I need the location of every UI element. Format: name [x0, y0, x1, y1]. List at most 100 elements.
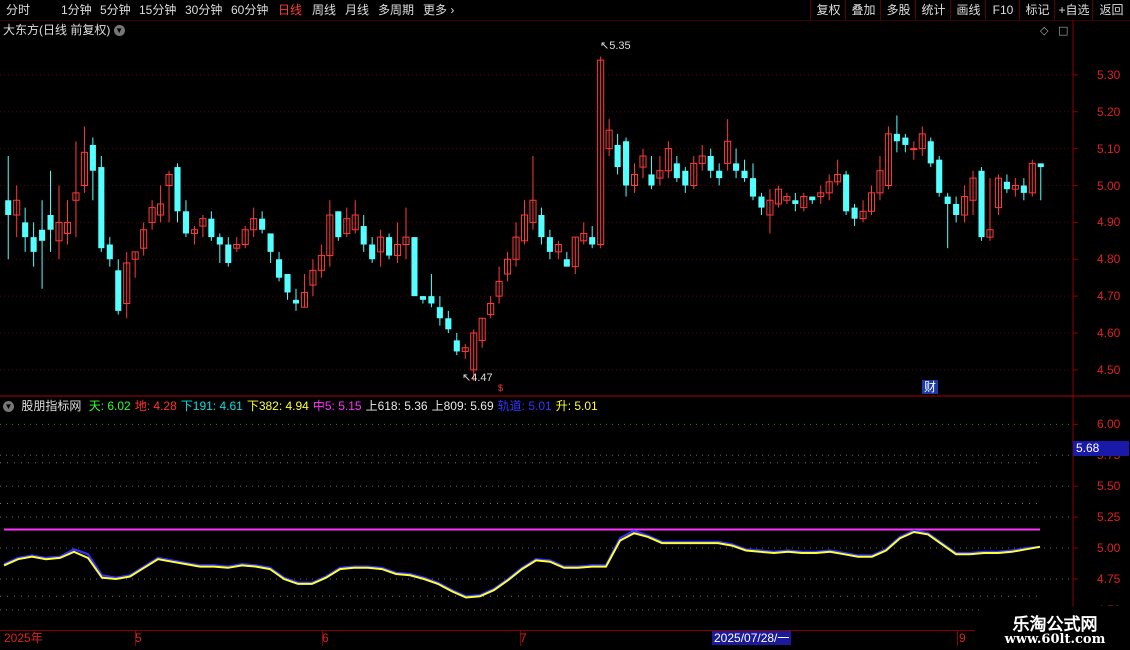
price-axis-label: 4.70	[1097, 289, 1121, 304]
candle-body	[115, 270, 122, 311]
indicator-item: 天: 6.02	[88, 399, 131, 413]
period-60min[interactable]: 60分钟	[231, 0, 268, 20]
candle-body	[733, 163, 740, 171]
period-fenshi[interactable]: 分时	[6, 0, 30, 20]
period-more[interactable]: 更多 ›	[423, 0, 454, 20]
chevron-down-icon[interactable]: ▼	[113, 25, 125, 37]
price-axis-label: 5.00	[1097, 178, 1121, 193]
candle-body	[89, 144, 96, 171]
price-axis-label: 5.10	[1097, 141, 1121, 156]
candle-body	[978, 170, 985, 238]
candle-body	[936, 159, 943, 193]
candle-body	[402, 236, 410, 245]
candle-body	[131, 251, 139, 260]
candle-body	[80, 151, 88, 186]
candle-body	[148, 207, 156, 223]
candle-body	[98, 167, 105, 249]
candle-body	[766, 199, 774, 216]
candle-body	[707, 156, 714, 171]
candle-body	[1020, 185, 1027, 193]
statistics-button[interactable]: 统计	[915, 0, 951, 20]
candle-body	[605, 129, 613, 150]
overlay-button[interactable]: 叠加	[845, 0, 881, 20]
candle-body	[377, 236, 385, 253]
candle-body	[690, 162, 698, 186]
candle-body	[250, 218, 258, 231]
period-5min[interactable]: 5分钟	[100, 0, 131, 20]
candle-body	[386, 237, 393, 256]
candle-body	[774, 188, 782, 205]
f10-button[interactable]: F10	[985, 0, 1020, 20]
candle-body	[538, 215, 545, 238]
price-axis-label: 4.90	[1097, 215, 1121, 230]
indicator-item: 轨道: 5.01	[497, 399, 552, 413]
fuquan-button[interactable]: 复权	[810, 0, 846, 20]
multi-stock-button[interactable]: 多股	[880, 0, 916, 20]
candle-body	[284, 274, 291, 293]
candle-body	[300, 291, 308, 308]
candle-body	[512, 236, 520, 260]
indicator-legend: ▼ 股朋指标网 天: 6.02 地: 4.28 下191: 4.61 下382: 4.…	[3, 398, 606, 414]
candle-body	[614, 144, 621, 168]
candle-body	[994, 177, 1002, 209]
candle-body	[682, 170, 689, 186]
candle-body	[825, 181, 833, 194]
cursor-date: 2025/07/28/一	[712, 631, 792, 645]
candle-body	[63, 221, 72, 234]
back-button[interactable]: 返回	[1092, 0, 1130, 20]
price-axis-label: 4.50	[1097, 362, 1121, 377]
candle-body	[182, 211, 190, 234]
more-label: 更多	[423, 3, 448, 17]
add-watchlist-button[interactable]: +自选	[1054, 0, 1093, 20]
square-icon[interactable]: □	[1058, 24, 1068, 37]
high-annotation: ↖5.35	[600, 40, 631, 52]
x-label-year: 2025年	[4, 631, 43, 645]
period-monthly[interactable]: 月线	[345, 0, 369, 20]
chart-title-text: 大东方(日线 前复权)	[3, 23, 111, 37]
indicator-item: 中5: 5.15	[312, 399, 362, 413]
period-15min[interactable]: 15分钟	[139, 0, 176, 20]
candle-body	[716, 170, 723, 179]
candle-body	[953, 203, 960, 215]
candle-body	[969, 177, 977, 201]
candle-body	[986, 229, 994, 238]
candle-body	[241, 229, 249, 245]
chevron-down-icon[interactable]: ▼	[3, 401, 14, 413]
mark-button[interactable]: 标记	[1019, 0, 1055, 20]
draw-line-button[interactable]: 画线	[950, 0, 986, 20]
candle-body	[326, 214, 334, 257]
period-30min[interactable]: 30分钟	[185, 0, 222, 20]
price-axis-label: 4.60	[1097, 326, 1121, 340]
candle-body	[910, 148, 918, 151]
candle-body	[817, 192, 825, 198]
candle-body	[208, 218, 215, 238]
candle-body	[39, 229, 46, 241]
period-daily[interactable]: 日线	[278, 0, 302, 20]
period-1min[interactable]: 1分钟	[61, 0, 92, 20]
indicator-price-flag: 5.68	[1073, 441, 1129, 456]
indicator-item: 上809: 5.69	[431, 399, 494, 413]
candle-body	[673, 163, 680, 179]
candle-body	[876, 170, 884, 194]
series-rise	[3, 530, 1041, 599]
indicator-axis-label: 4.75	[1097, 571, 1121, 586]
indicator-item: 下191: 4.61	[180, 399, 243, 413]
period-weekly[interactable]: 周线	[312, 0, 336, 20]
signal-marker: $	[498, 383, 504, 393]
candle-body	[123, 262, 131, 304]
candle-body	[13, 199, 21, 216]
candle-body	[411, 237, 418, 297]
kline-chart[interactable]: ◇ □	[0, 0, 1130, 650]
candle-body	[317, 255, 325, 271]
candle-body	[741, 170, 748, 179]
candle-body	[884, 133, 892, 186]
x-label-july: 7	[520, 631, 527, 645]
candle-body	[190, 229, 198, 234]
candle-body	[520, 214, 529, 242]
period-multi[interactable]: 多周期	[378, 0, 414, 20]
chart-title: 大东方(日线 前复权) ▼	[3, 22, 125, 38]
diamond-icon[interactable]: ◇	[1040, 24, 1049, 37]
candle-body	[529, 199, 537, 223]
candle-body	[1028, 162, 1036, 194]
financial-badge[interactable]: 财	[922, 380, 939, 394]
